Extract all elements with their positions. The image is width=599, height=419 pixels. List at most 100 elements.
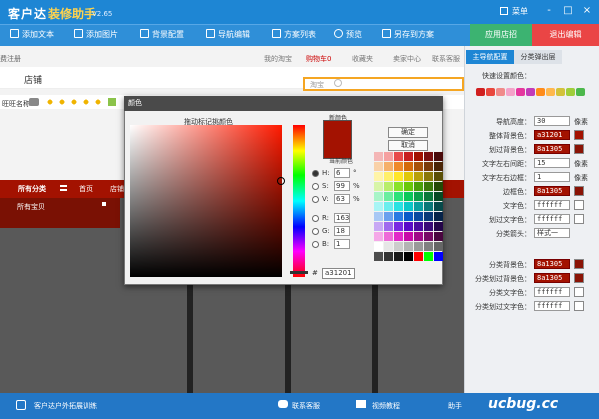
palette-swatch[interactable]	[394, 242, 403, 251]
palette-swatch[interactable]	[434, 232, 443, 241]
palette-swatch[interactable]	[434, 252, 443, 261]
palette-swatch[interactable]	[374, 232, 383, 241]
category-config-swatch[interactable]	[574, 273, 584, 283]
mode-radio[interactable]	[312, 241, 319, 248]
palette-swatch[interactable]	[394, 252, 403, 261]
nav-edit-button[interactable]: 导航编辑	[206, 29, 250, 40]
palette-swatch[interactable]	[424, 212, 433, 221]
palette-swatch[interactable]	[434, 222, 443, 231]
hex-input[interactable]: a31201	[322, 268, 355, 279]
field-input[interactable]: 163	[334, 213, 350, 223]
tab-category-popup[interactable]: 分类弹出层	[514, 50, 562, 64]
palette-swatch[interactable]	[394, 192, 403, 201]
palette-swatch[interactable]	[374, 152, 383, 161]
palette-swatch[interactable]	[384, 212, 393, 221]
nav-config-swatch[interactable]	[574, 186, 584, 196]
palette-swatch[interactable]	[424, 202, 433, 211]
nav-config-input[interactable]: 8a1305	[534, 186, 570, 196]
palette-swatch[interactable]	[414, 172, 423, 181]
palette-swatch[interactable]	[394, 232, 403, 241]
palette-swatch[interactable]	[424, 162, 433, 171]
palette-swatch[interactable]	[394, 172, 403, 181]
search-input[interactable]	[303, 77, 464, 91]
category-config-input[interactable]: 8a1305	[534, 273, 570, 283]
palette-swatch[interactable]	[434, 212, 443, 221]
palette-swatch[interactable]	[424, 222, 433, 231]
quick-color-3[interactable]	[506, 88, 515, 96]
category-config-swatch[interactable]	[574, 287, 584, 297]
tab-main-nav[interactable]: 主导航配置	[466, 50, 514, 64]
palette-swatch[interactable]	[434, 202, 443, 211]
nav-config-input[interactable]: 1	[534, 172, 570, 182]
palette-swatch[interactable]	[374, 252, 383, 261]
palette-swatch[interactable]	[394, 212, 403, 221]
background-config-button[interactable]: 背景配置	[140, 29, 184, 40]
quick-color-8[interactable]	[556, 88, 565, 96]
palette-swatch[interactable]	[414, 252, 423, 261]
nav-config-input[interactable]: a31201	[534, 130, 570, 140]
palette-swatch[interactable]	[394, 162, 403, 171]
palette-swatch[interactable]	[404, 182, 413, 191]
nav-shop[interactable]: 店铺	[110, 184, 124, 194]
quick-color-5[interactable]	[526, 88, 535, 96]
hue-slider[interactable]	[293, 125, 305, 277]
exit-edit-button[interactable]: 退出编辑	[532, 24, 599, 46]
nav-my-taobao[interactable]: 我的淘宝	[264, 54, 292, 64]
palette-swatch[interactable]	[374, 192, 383, 201]
nav-config-input[interactable]: ffffff	[534, 200, 570, 210]
palette-swatch[interactable]	[404, 242, 413, 251]
palette-swatch[interactable]	[404, 232, 413, 241]
nav-favorites[interactable]: 收藏夹	[352, 54, 373, 64]
palette-swatch[interactable]	[434, 192, 443, 201]
palette-swatch[interactable]	[384, 152, 393, 161]
palette-swatch[interactable]	[394, 152, 403, 161]
add-image-button[interactable]: 添加图片	[74, 29, 118, 40]
palette-swatch[interactable]	[404, 172, 413, 181]
palette-swatch[interactable]	[404, 202, 413, 211]
mode-radio[interactable]	[312, 196, 319, 203]
palette-swatch[interactable]	[434, 152, 443, 161]
palette-swatch[interactable]	[434, 162, 443, 171]
palette-swatch[interactable]	[414, 232, 423, 241]
palette-swatch[interactable]	[374, 222, 383, 231]
palette-swatch[interactable]	[414, 212, 423, 221]
palette-swatch[interactable]	[414, 202, 423, 211]
palette-swatch[interactable]	[374, 172, 383, 181]
palette-swatch[interactable]	[374, 202, 383, 211]
cancel-button[interactable]: 取消	[388, 140, 428, 151]
apply-banner-button[interactable]: 应用店招	[470, 24, 532, 46]
palette-swatch[interactable]	[394, 202, 403, 211]
mode-radio[interactable]	[312, 228, 319, 235]
palette-swatch[interactable]	[424, 232, 433, 241]
palette-swatch[interactable]	[424, 152, 433, 161]
quick-color-6[interactable]	[536, 88, 545, 96]
minimize-button[interactable]: -	[542, 4, 556, 18]
nav-all-categories[interactable]: 所有分类	[18, 184, 46, 194]
maximize-button[interactable]: □	[561, 4, 575, 18]
quick-color-0[interactable]	[476, 88, 485, 96]
field-input[interactable]: 99	[334, 181, 350, 191]
palette-swatch[interactable]	[424, 252, 433, 261]
preview-button[interactable]: 预览	[334, 29, 362, 40]
category-config-input[interactable]: 8a1305	[534, 259, 570, 269]
category-config-input[interactable]: ffffff	[534, 301, 570, 311]
palette-swatch[interactable]	[374, 182, 383, 191]
palette-swatch[interactable]	[414, 182, 423, 191]
palette-swatch[interactable]	[424, 242, 433, 251]
contact-support-link[interactable]: 联系客服	[292, 401, 320, 411]
nav-config-input[interactable]: 8a1305	[534, 144, 570, 154]
palette-swatch[interactable]	[384, 172, 393, 181]
ok-button[interactable]: 确定	[388, 127, 428, 138]
palette-swatch[interactable]	[434, 182, 443, 191]
palette-swatch[interactable]	[384, 242, 393, 251]
field-input[interactable]: 63	[334, 194, 350, 204]
quick-color-7[interactable]	[546, 88, 555, 96]
saturation-value-area[interactable]	[130, 125, 282, 277]
quick-color-4[interactable]	[516, 88, 525, 96]
nav-home[interactable]: 首页	[79, 184, 93, 194]
palette-swatch[interactable]	[434, 242, 443, 251]
palette-swatch[interactable]	[414, 222, 423, 231]
nav-seller-center[interactable]: 卖家中心	[393, 54, 421, 64]
palette-swatch[interactable]	[414, 242, 423, 251]
quick-color-9[interactable]	[566, 88, 575, 96]
